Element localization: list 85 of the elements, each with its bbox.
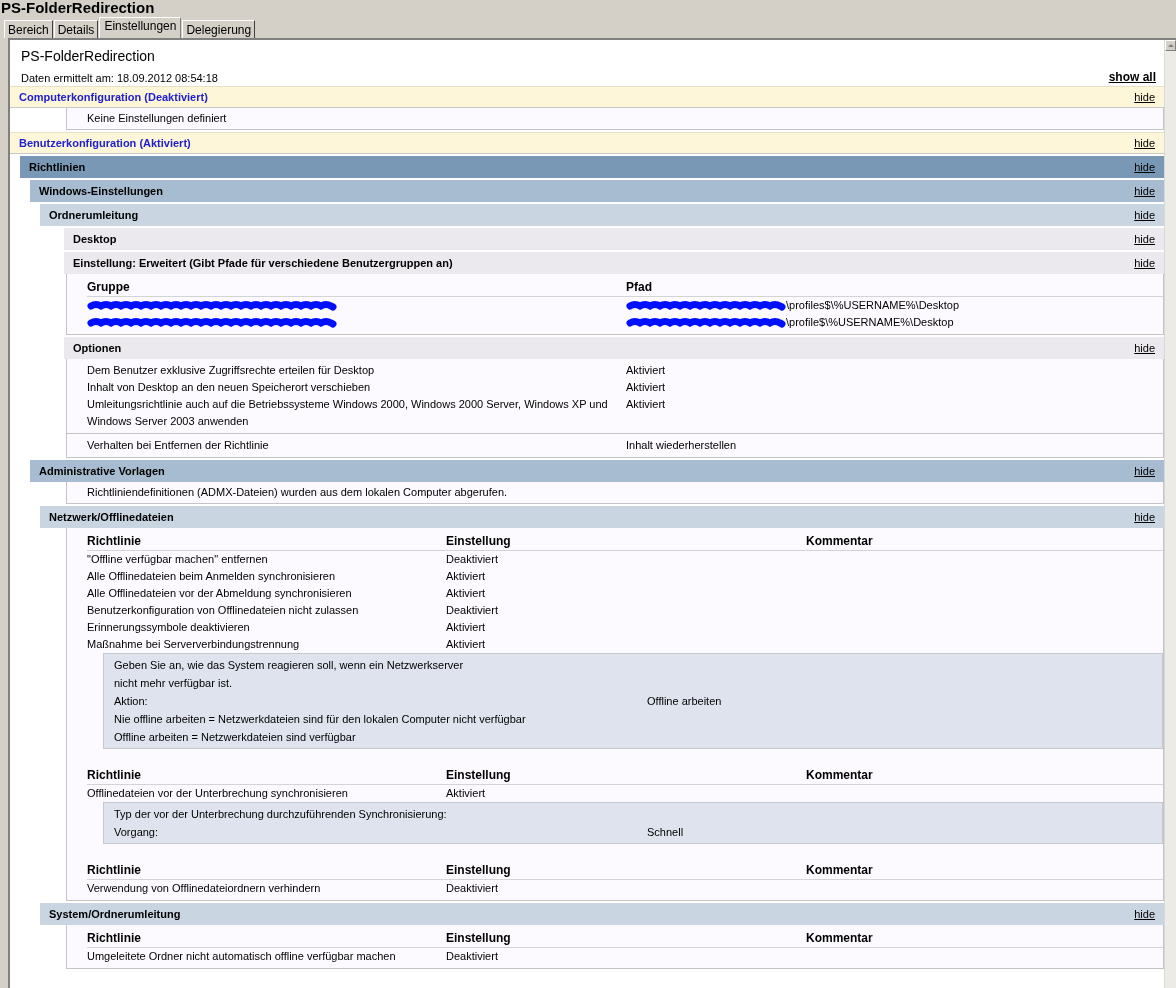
report-title: PS-FolderRedirection [20,48,156,66]
column-header: Richtlinie [87,862,142,879]
section-title: System/Ordnerumleitung [49,908,181,920]
table-cell-text: Benutzerkonfiguration von Offlinedateien nicht zulassen [87,603,360,618]
table-cell-text: Alle Offlinedateien vor der Abmeldung synchronisieren [87,586,353,601]
scrollbar[interactable] [1164,40,1176,988]
section-title: Netzwerk/Offlinedateien [49,511,174,523]
hide-link[interactable]: hide [1134,161,1155,173]
table-cell-text: Dem Benutzer exklusive Zugriffsrechte erteilen für Desktop [87,363,376,378]
column-header: Kommentar [806,862,874,879]
table-cell-text: Aktiviert [446,620,487,635]
column-header: Pfad [626,279,653,296]
column-header: Richtlinie [87,533,142,550]
hide-link[interactable]: hide [1134,233,1155,245]
table-cell-text: "Offline verfügbar machen" entfernen [87,552,269,567]
section-title: Benutzerkonfiguration (Aktiviert) [19,137,191,149]
window-title: PS-FolderRedirection [0,0,155,18]
hide-link[interactable]: hide [1134,137,1155,149]
tab[interactable]: Bereich [4,20,53,38]
table-cell-text: Umleitungsrichtlinie auch auf die Betriebssysteme Windows 2000, Windows 2000 Server, Windows XP und Windows Server 2003 anwenden [87,397,609,429]
hide-link[interactable]: hide [1134,511,1155,523]
table-cell-text: Alle Offlinedateien beim Anmelden synchronisieren [87,569,337,584]
table-cell-text: Aktiviert [446,786,487,801]
column-header: Gruppe [87,279,131,296]
table-cell-text: Aktiviert [626,380,667,395]
table-cell-text: Deaktiviert [446,552,499,567]
detail-text: Nie offline arbeiten = Netzwerkdateien sind für den lokalen Computer nicht verfügbar [114,712,527,727]
table-cell-text: \profiles$\%USERNAME%\Desktop [786,298,959,313]
hide-link[interactable]: hide [1134,91,1155,103]
section-title: Richtlinien [29,161,86,173]
detail-value: Schnell [647,825,685,840]
report-date: Daten ermittelt am: 18.09.2012 08:54:18 [21,72,218,84]
table-cell-text: Verwendung von Offlinedateiordnern verhindern [87,881,322,896]
table-cell-text: Maßnahme bei Serververbindungstrennung [87,637,301,652]
detail-label: Aktion: [114,694,149,709]
hide-link[interactable]: hide [1134,465,1155,477]
table-cell-text: Inhalt wiederherstellen [626,438,738,453]
detail-label: Vorgang: [114,825,160,840]
note-text: Keine Einstellungen definiert [86,111,228,126]
table-cell-text: Aktiviert [626,363,667,378]
column-header: Kommentar [806,767,874,784]
table-cell-text: Deaktiviert [446,603,499,618]
column-header: Kommentar [806,533,874,550]
table-cell-text: Aktiviert [446,637,487,652]
table-cell-text: Aktiviert [626,397,667,412]
detail-value: Offline arbeiten [647,694,723,709]
table-cell-text: Inhalt von Desktop an den neuen Speicherort verschieben [87,380,372,395]
column-header: Einstellung [446,862,512,879]
detail-text: Geben Sie an, wie das System reagieren soll, wenn ein Netzwerkserver nicht mehr verfügbar ist. [114,658,465,691]
column-header: Richtlinie [87,930,142,947]
tab[interactable]: Delegierung [182,20,256,38]
hide-link[interactable]: hide [1134,257,1155,269]
hide-link[interactable]: hide [1134,209,1155,221]
section-title: Windows-Einstellungen [39,185,163,197]
section-title: Administrative Vorlagen [39,465,165,477]
table-cell-text: Erinnerungssymbole deaktivieren [87,620,251,635]
column-header: Kommentar [806,930,874,947]
detail-text: Offline arbeiten = Netzwerkdateien sind verfügbar [114,730,357,745]
tab[interactable]: Einstellungen [99,17,182,38]
table-cell-text: Deaktiviert [446,881,499,896]
tab[interactable]: Details [53,20,99,38]
table-cell-text: Umgeleitete Ordner nicht automatisch offline verfügbar machen [87,949,397,964]
show-all-link[interactable]: show all [1108,70,1156,84]
hide-link[interactable]: hide [1134,908,1155,920]
scroll-up-button[interactable] [1165,40,1176,51]
column-header: Einstellung [446,533,512,550]
section-title: Einstellung: Erweitert (Gibt Pfade für verschiedene Benutzergruppen an) [73,257,453,269]
hide-link[interactable]: hide [1134,185,1155,197]
section-title: Ordnerumleitung [49,209,139,221]
note-text: Richtliniendefinitionen (ADMX-Dateien) wurden aus dem lokalen Computer abgerufen. [86,485,509,500]
detail-text: Typ der vor der Unterbrechung durchzuführenden Synchronisierung: [114,807,448,822]
column-header: Einstellung [446,930,512,947]
section-title: Computerkonfiguration (Deaktiviert) [19,91,208,103]
table-cell-text: \profile$\%USERNAME%\Desktop [786,315,954,330]
table-cell-text: Aktiviert [446,586,487,601]
table-cell-text: Deaktiviert [446,949,499,964]
arrow-up-icon [1167,44,1174,47]
table-cell-text: Aktiviert [446,569,487,584]
column-header: Einstellung [446,767,512,784]
section-title: Optionen [73,342,122,354]
column-header: Richtlinie [87,767,142,784]
section-title: Desktop [73,233,117,245]
hide-link[interactable]: hide [1134,342,1155,354]
table-cell-text: Offlinedateien vor der Unterbrechung synchronisieren [87,786,349,801]
table-cell-text: Verhalten bei Entfernen der Richtlinie [87,438,270,453]
